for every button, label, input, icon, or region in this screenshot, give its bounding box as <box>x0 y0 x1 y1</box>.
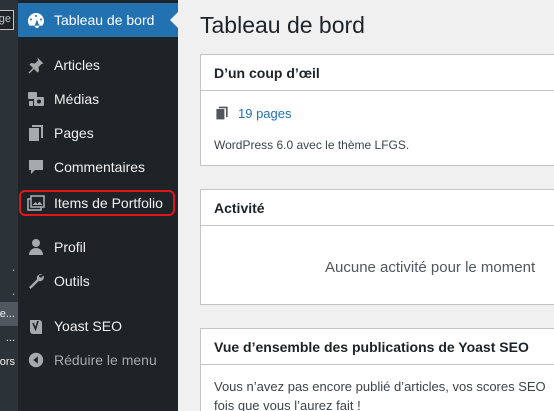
menu-collapse-button[interactable]: Réduire le menu <box>18 343 178 377</box>
edge-text: ors <box>0 356 15 368</box>
yoast-icon <box>18 309 54 343</box>
menu-label: Items de Portfolio <box>54 195 163 211</box>
menu-item-comments[interactable]: Commentaires <box>18 150 178 184</box>
dashboard-icon <box>18 3 54 37</box>
yoast-text-line: fois que vous l’aurez fait ! <box>214 398 361 411</box>
pages-link[interactable]: 19 pages <box>238 106 292 121</box>
edge-text: e... <box>0 308 15 320</box>
user-icon <box>18 230 54 264</box>
menu-item-profile[interactable]: Profil <box>18 230 178 264</box>
pin-icon <box>18 48 54 82</box>
comment-icon <box>18 150 54 184</box>
menu-item-media[interactable]: Médias <box>18 82 178 116</box>
widget-body: 19 pages WordPress 6.0 avec le thème LFG… <box>201 105 554 153</box>
menu-item-dashboard[interactable]: Tableau de bord <box>18 3 178 37</box>
menu-item-articles[interactable]: Articles <box>18 48 178 82</box>
menu-label: Commentaires <box>54 159 146 175</box>
widget-title: Vue d’ensemble des publications de Yoast… <box>201 329 554 365</box>
widget-body: Vous n’avez pas encore publié d’articles… <box>201 365 554 411</box>
media-icon <box>18 82 54 116</box>
pages-icon <box>18 116 54 150</box>
menu-item-yoast[interactable]: Yoast SEO <box>18 309 178 343</box>
menu-item-pages[interactable]: Pages <box>18 116 178 150</box>
portfolio-icon <box>18 186 54 220</box>
widget-title: D’un coup d’œil <box>201 55 554 91</box>
wrench-icon <box>18 264 54 298</box>
menu-label: Médias <box>54 91 100 107</box>
page-title: Tableau de bord <box>200 12 365 38</box>
previous-window-edge: ge . . e... ... ors <box>0 0 18 411</box>
menu-label: Yoast SEO <box>54 318 122 334</box>
glance-widget: D’un coup d’œil 19 pages WordPress 6.0 a… <box>200 54 554 166</box>
menu-item-portfolio[interactable]: Items de Portfolio <box>18 186 178 220</box>
edge-text: ... <box>5 332 15 344</box>
menu-item-tools[interactable]: Outils <box>18 264 178 298</box>
main-content: Tableau de bord D’un coup d’œil 19 pages… <box>178 0 554 411</box>
widget-title: Activité <box>201 190 554 226</box>
edge-text: . <box>11 286 15 298</box>
edge-label: ge <box>0 13 11 25</box>
activity-widget: Activité Aucune activité pour le moment <box>200 189 554 305</box>
menu-label: Articles <box>54 57 100 73</box>
pages-icon <box>214 105 230 121</box>
menu-label: Profil <box>54 239 86 255</box>
wp-version-text: WordPress 6.0 avec le thème LFGS. <box>214 138 410 152</box>
menu-label: Outils <box>54 273 90 289</box>
edge-text: . <box>11 262 15 274</box>
activity-empty-text: Aucune activité pour le moment <box>325 259 536 276</box>
menu-label: Tableau de bord <box>54 12 155 28</box>
pages-row: 19 pages <box>214 105 554 121</box>
admin-menu: Tableau de bord Articles Médias Pages Co… <box>18 0 178 411</box>
yoast-text-line: Vous n’avez pas encore publié d’articles… <box>214 379 546 394</box>
menu-label: Pages <box>54 125 94 141</box>
menu-label: Réduire le menu <box>54 352 157 368</box>
edge-box: ge <box>0 10 14 30</box>
yoast-widget: Vue d’ensemble des publications de Yoast… <box>200 328 554 411</box>
collapse-icon <box>18 343 54 377</box>
